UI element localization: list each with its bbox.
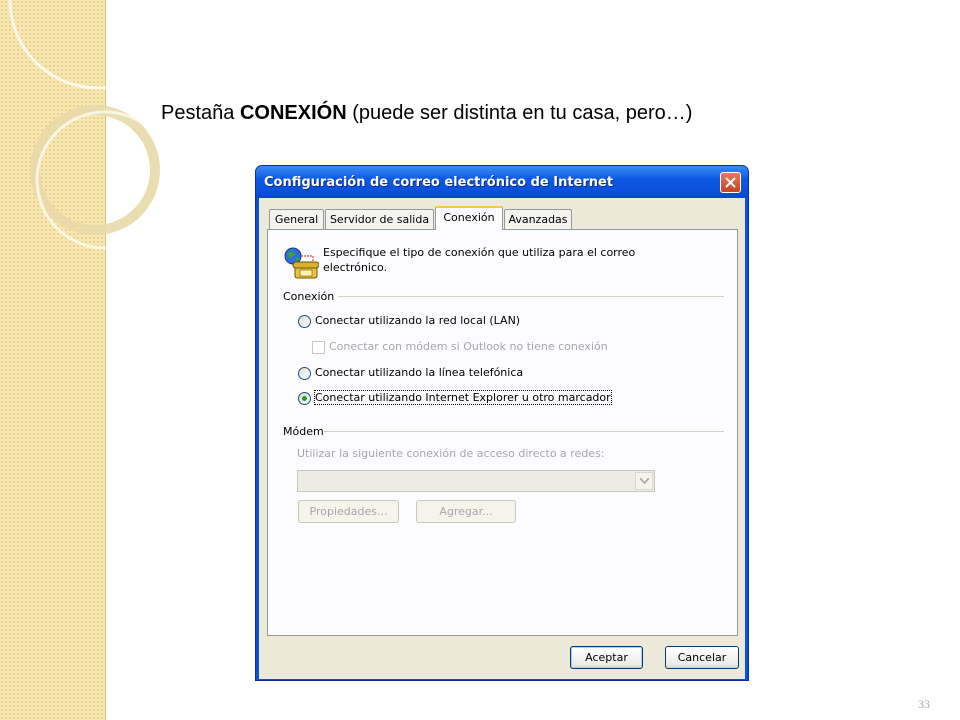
- tab-panel-conexion: [267, 229, 738, 636]
- accept-button[interactable]: Aceptar: [570, 646, 643, 669]
- chevron-down-icon: [640, 478, 649, 484]
- dialog-title: Configuración de correo electrónico de I…: [264, 175, 614, 190]
- slide-title: Pestaña CONEXIÓN (puede ser distinta en …: [161, 102, 693, 124]
- tab-conexion[interactable]: Conexión: [435, 206, 503, 230]
- cancel-button[interactable]: Cancelar: [665, 646, 739, 669]
- properties-button[interactable]: Propiedades...: [298, 500, 399, 523]
- dialup-connection-select[interactable]: [297, 470, 655, 492]
- tab-servidor-de-salida[interactable]: Servidor de salida: [325, 209, 434, 229]
- close-icon: [725, 177, 736, 188]
- dialog-titlebar[interactable]: Configuración de correo electrónico de I…: [256, 166, 748, 198]
- tab-general[interactable]: General: [269, 209, 324, 229]
- radio-lan[interactable]: [298, 315, 311, 328]
- modem-checkbox[interactable]: [312, 341, 325, 354]
- settings-dialog: Configuración de correo electrónico de I…: [255, 165, 749, 681]
- modem-group-label: Módem: [283, 425, 324, 438]
- radio-internet-explorer-label[interactable]: Conectar utilizando Internet Explorer u …: [314, 390, 612, 405]
- radio-phone-line[interactable]: [298, 367, 311, 380]
- add-button[interactable]: Agregar...: [416, 500, 516, 523]
- tab-avanzadas[interactable]: Avanzadas: [504, 209, 572, 229]
- connection-group-divider: [338, 296, 724, 297]
- radio-lan-label[interactable]: Conectar utilizando la red local (LAN): [315, 314, 520, 327]
- dropdown-button[interactable]: [635, 472, 653, 490]
- info-text: Especifique el tipo de conexión que util…: [323, 246, 636, 274]
- dialup-select-label: Utilizar la siguiente conexión de acceso…: [297, 447, 605, 460]
- modem-group-divider: [324, 431, 724, 432]
- page-number: 33: [918, 697, 930, 711]
- modem-checkbox-label: Conectar con módem si Outlook no tiene c…: [329, 340, 608, 353]
- connection-group-label: Conexión: [283, 290, 335, 303]
- decorative-side-band: [0, 0, 106, 720]
- radio-internet-explorer[interactable]: [298, 392, 311, 405]
- close-button[interactable]: [720, 172, 741, 193]
- globe-phone-icon: [284, 247, 319, 279]
- radio-phone-line-label[interactable]: Conectar utilizando la línea telefónica: [315, 366, 523, 379]
